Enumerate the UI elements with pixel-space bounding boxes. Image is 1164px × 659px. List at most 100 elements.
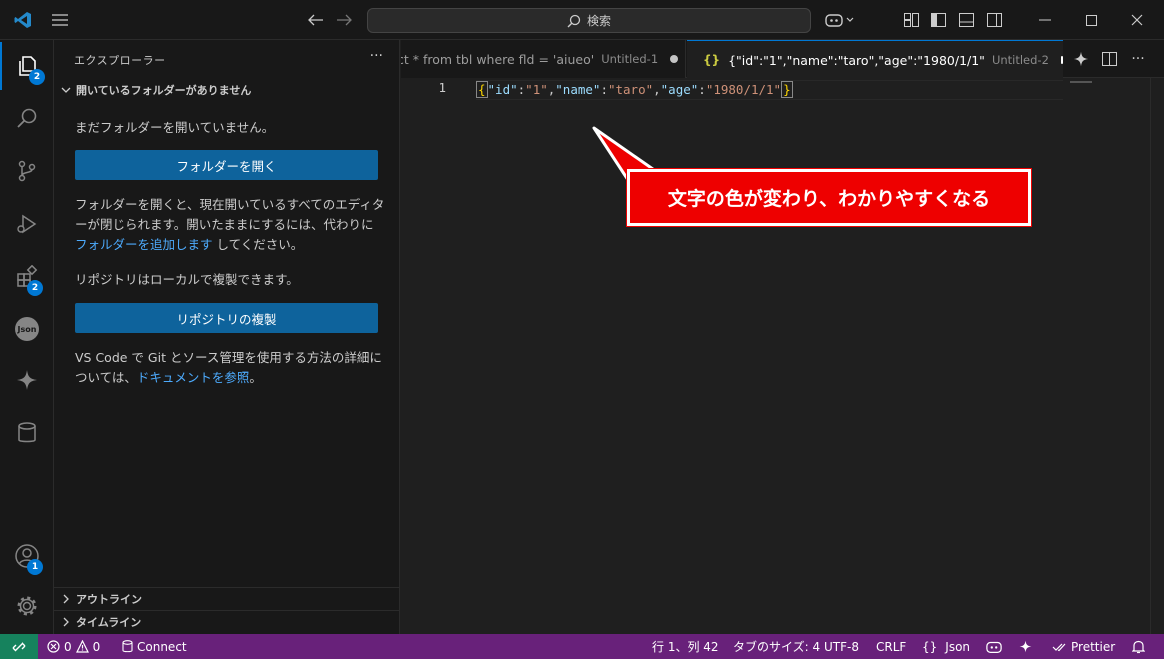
status-bar: 0 0 Connect 行 1、列 42 タブのサイズ: 4 UTF-8 CRL… [0,634,1164,659]
token-string: "taro" [607,82,654,97]
annotation-callout: 文字の色が変わり、わかりやすくなる [627,169,1031,226]
explorer-icon[interactable]: 2 [0,42,54,90]
tab-label: {"id":"1","name":"taro","age":"1980/1/1" [728,52,985,68]
problems-indicator[interactable]: 0 0 [47,634,100,659]
encoding[interactable]: UTF-8 [824,634,859,659]
clone-repository-button[interactable]: リポジトリの複製 [75,303,378,333]
back-arrow-icon[interactable] [302,0,330,40]
docs-link[interactable]: ドキュメントを参照 [137,370,250,385]
connect-item[interactable]: Connect [122,634,187,659]
info-text-end: してください。 [212,237,304,252]
more-actions-icon[interactable]: ··· [370,48,383,64]
toggle-panel-icon[interactable] [954,0,978,40]
timeline-section-header[interactable]: タイムライン [54,610,400,632]
vscode-logo-icon[interactable] [8,0,38,40]
toggle-primary-sidebar-icon[interactable] [926,0,950,40]
json-file-icon: {} [703,53,721,67]
source-control-icon[interactable] [0,147,54,195]
tab-untitled-1[interactable]: ct * from tbl where fld = 'aiueo' Untitl… [401,40,686,78]
end-of-line[interactable]: CRLF [876,634,906,659]
copilot-status-icon[interactable] [986,634,1002,659]
language-label: Json [945,639,971,654]
copilot-sparkle-icon[interactable] [1068,40,1094,78]
remote-indicator-icon[interactable] [0,634,38,659]
accounts-icon[interactable]: 1 [0,532,54,580]
info-text: フォルダーを開くと、現在開いているすべてのエディターが閉じられます。開いたままに… [75,197,385,232]
database-icon [122,640,133,653]
split-editor-icon[interactable] [1096,40,1122,78]
json-extension-icon[interactable]: Json [0,305,54,353]
editor-area[interactable]: 1 {"id":"1","name":"taro","age":"1980/1/… [401,78,1164,634]
unsaved-dot-icon[interactable] [670,55,679,63]
token-brace-close: } [781,81,793,98]
database-icon[interactable] [0,409,54,457]
explorer-badge: 2 [29,69,45,85]
sparkle-status-icon[interactable] [1019,634,1032,659]
explorer-sidebar: エクスプローラー ··· 開いているフォルダーがありません まだフォルダーを開い… [54,40,400,634]
tab-description: Untitled-2 [991,53,1049,67]
minimap[interactable] [1070,81,1092,83]
copilot-sparkle-icon[interactable] [0,356,54,404]
language-mode[interactable]: {} Json [922,634,970,659]
double-check-icon [1052,642,1067,652]
chevron-right-icon [60,616,72,628]
notifications-bell-icon[interactable] [1132,634,1145,659]
tab-label: ct * from tbl where fld = 'aiueo' [401,51,595,67]
prettier-status[interactable]: Prettier [1052,634,1115,659]
git-info: VS Code で Git とソース管理を使用する方法の詳細については、ドキュメ… [75,348,385,388]
editor-tab-bar: ct * from tbl where fld = 'aiueo' Untitl… [401,40,1164,79]
command-center-search[interactable]: 検索 [367,8,811,33]
section-no-folder-label: 開いているフォルダーがありません [76,84,252,97]
sidebar-title: エクスプローラー [74,54,166,67]
tab-untitled-2[interactable]: {} {"id":"1","name":"taro","age":"1980/1… [687,40,1063,79]
tab-description: Untitled-1 [601,52,659,66]
outline-label: アウトライン [76,592,142,606]
warning-icon [75,640,89,653]
toggle-secondary-sidebar-icon[interactable] [982,0,1006,40]
menu-icon[interactable] [46,0,74,40]
settings-gear-icon[interactable] [0,582,54,630]
cursor-position[interactable]: 行 1、列 42 [652,634,719,659]
prettier-label: Prettier [1071,639,1116,654]
token-string: "1" [525,82,548,97]
connect-label: Connect [137,639,187,654]
git-text-end: 。 [249,370,262,385]
run-debug-icon[interactable] [0,200,54,248]
chevron-right-icon [60,593,72,605]
chevron-down-icon [60,84,72,96]
token-colon: : [600,82,608,97]
maximize-icon[interactable] [1068,0,1114,40]
accounts-badge: 1 [27,559,43,575]
unsaved-dot-icon[interactable] [1060,56,1063,64]
close-icon[interactable] [1114,0,1160,40]
forward-arrow-icon[interactable] [330,0,358,40]
search-view-icon[interactable] [0,94,54,142]
activity-bar: 2 2 Json 1 [0,40,54,634]
extensions-badge: 2 [27,280,43,296]
search-icon [567,14,581,28]
search-label: 検索 [586,14,611,28]
error-icon [47,640,60,653]
token-colon: : [698,82,706,97]
repo-text: リポジトリはローカルで複製できます。 [75,272,299,287]
copilot-icon[interactable] [820,0,860,40]
token-key: "name" [555,82,601,97]
token-string: "1980/1/1" [705,82,782,97]
open-folder-button[interactable]: フォルダーを開く [75,150,378,180]
add-folder-link[interactable]: フォルダーを追加します [75,237,213,252]
code-line[interactable]: {"id":"1","name":"taro","age":"1980/1/1"… [476,80,1063,100]
minimize-icon[interactable] [1022,0,1068,40]
outline-section-header[interactable]: アウトライン [54,587,400,609]
more-actions-icon[interactable]: ··· [1125,40,1151,78]
customize-layout-icon[interactable] [899,0,923,40]
title-bar: 検索 [0,0,1164,40]
tab-size[interactable]: タブのサイズ: 4 [733,634,820,659]
error-count: 0 [64,639,72,654]
section-no-folder-header[interactable]: 開いているフォルダーがありません [54,79,400,101]
token-comma: , [653,82,661,97]
token-key: "age" [660,82,699,97]
line-number: 1 [438,80,446,95]
vertical-scrollbar[interactable] [1150,78,1164,634]
extensions-icon[interactable]: 2 [0,253,54,301]
token-brace-open: { [476,81,488,98]
